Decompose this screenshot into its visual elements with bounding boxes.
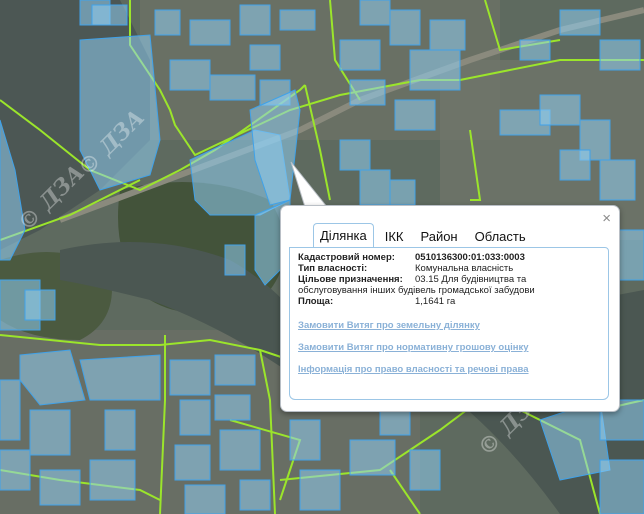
tab-district[interactable]: Район [414, 226, 463, 248]
cadastral-label: Кадастровий номер: [298, 252, 395, 263]
cadastral-value: 0510136300:01:033:0003 [415, 252, 525, 263]
order-valuation-extract-link[interactable]: Замовити Витяг про нормативну грошову оц… [298, 342, 529, 353]
tab-content-parcel: Кадастровий номер: 0510136300:01:033:000… [289, 247, 609, 400]
tab-region[interactable]: Область [469, 226, 532, 248]
close-icon[interactable]: × [602, 211, 611, 226]
purpose-value-line2: обслуговування інших будівель громадсько… [298, 285, 535, 296]
purpose-label: Цільове призначення: [298, 274, 403, 285]
ownership-rights-info-link[interactable]: Інформація про право власності та речові… [298, 364, 529, 375]
order-land-extract-link[interactable]: Замовити Витяг про земельну ділянку [298, 320, 480, 331]
popup-tabs: Ділянка ІКК Район Область [313, 222, 537, 249]
purpose-value-line1: 03.15 Для будівництва та [415, 274, 527, 285]
area-label: Площа: [298, 296, 334, 307]
ownership-value: Комунальна власність [415, 263, 514, 274]
tab-ikk[interactable]: ІКК [379, 226, 410, 248]
parcel-info-popup: × Ділянка ІКК Район Область Кадастровий … [280, 205, 620, 412]
area-value: 1,1641 га [415, 296, 456, 307]
tab-parcel[interactable]: Ділянка [313, 223, 374, 249]
ownership-label: Тип власності: [298, 263, 368, 274]
